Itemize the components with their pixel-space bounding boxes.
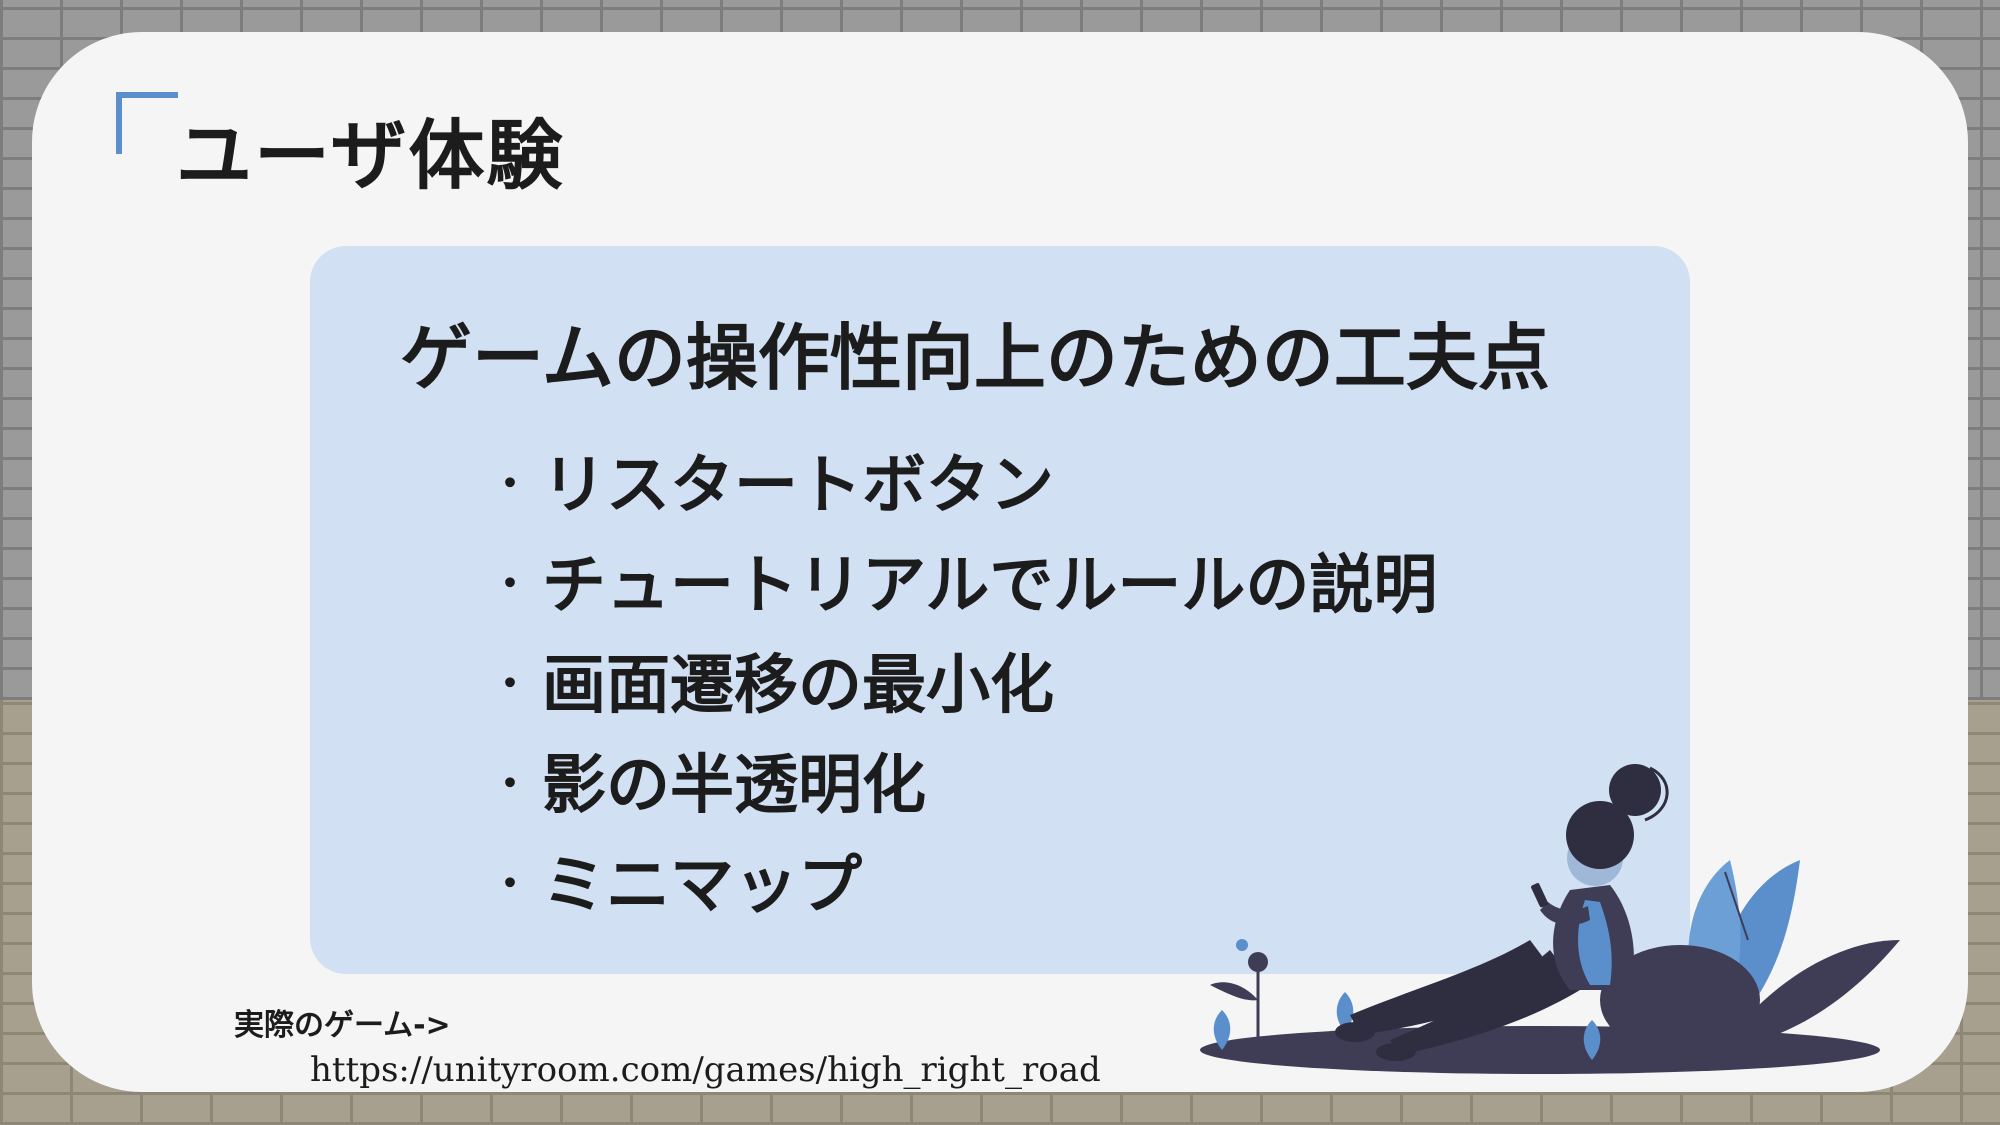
bullet-item: ・チュートリアルでルールの説明 [490,530,1437,630]
title-corner-accent [116,92,178,154]
bullet-text: チュートリアルでルールの説明 [542,549,1438,623]
bullet-dot: ・ [490,661,530,707]
bullet-item: ・リスタートボタン [490,430,1437,530]
phone-icon [1531,883,1549,908]
bullet-dot: ・ [490,561,530,607]
bullet-dot: ・ [490,761,530,807]
bullet-dot: ・ [490,861,530,907]
bullet-dot: ・ [490,461,530,507]
bullet-text: 影の半透明化 [542,749,926,823]
panel-heading: ゲームの操作性向上のための工夫点 [400,316,1550,400]
woman-with-phone-illustration [1200,764,1900,1074]
game-url-link[interactable]: https://unityroom.com/games/high_right_r… [310,1050,1101,1090]
game-label: 実際のゲーム-> [234,1008,451,1043]
bullet-text: 画面遷移の最小化 [542,649,1054,723]
slide-title: ユーザ体験 [176,111,565,200]
bullet-text: ミニマップ [542,849,862,923]
bullet-text: リスタートボタン [542,449,1054,523]
